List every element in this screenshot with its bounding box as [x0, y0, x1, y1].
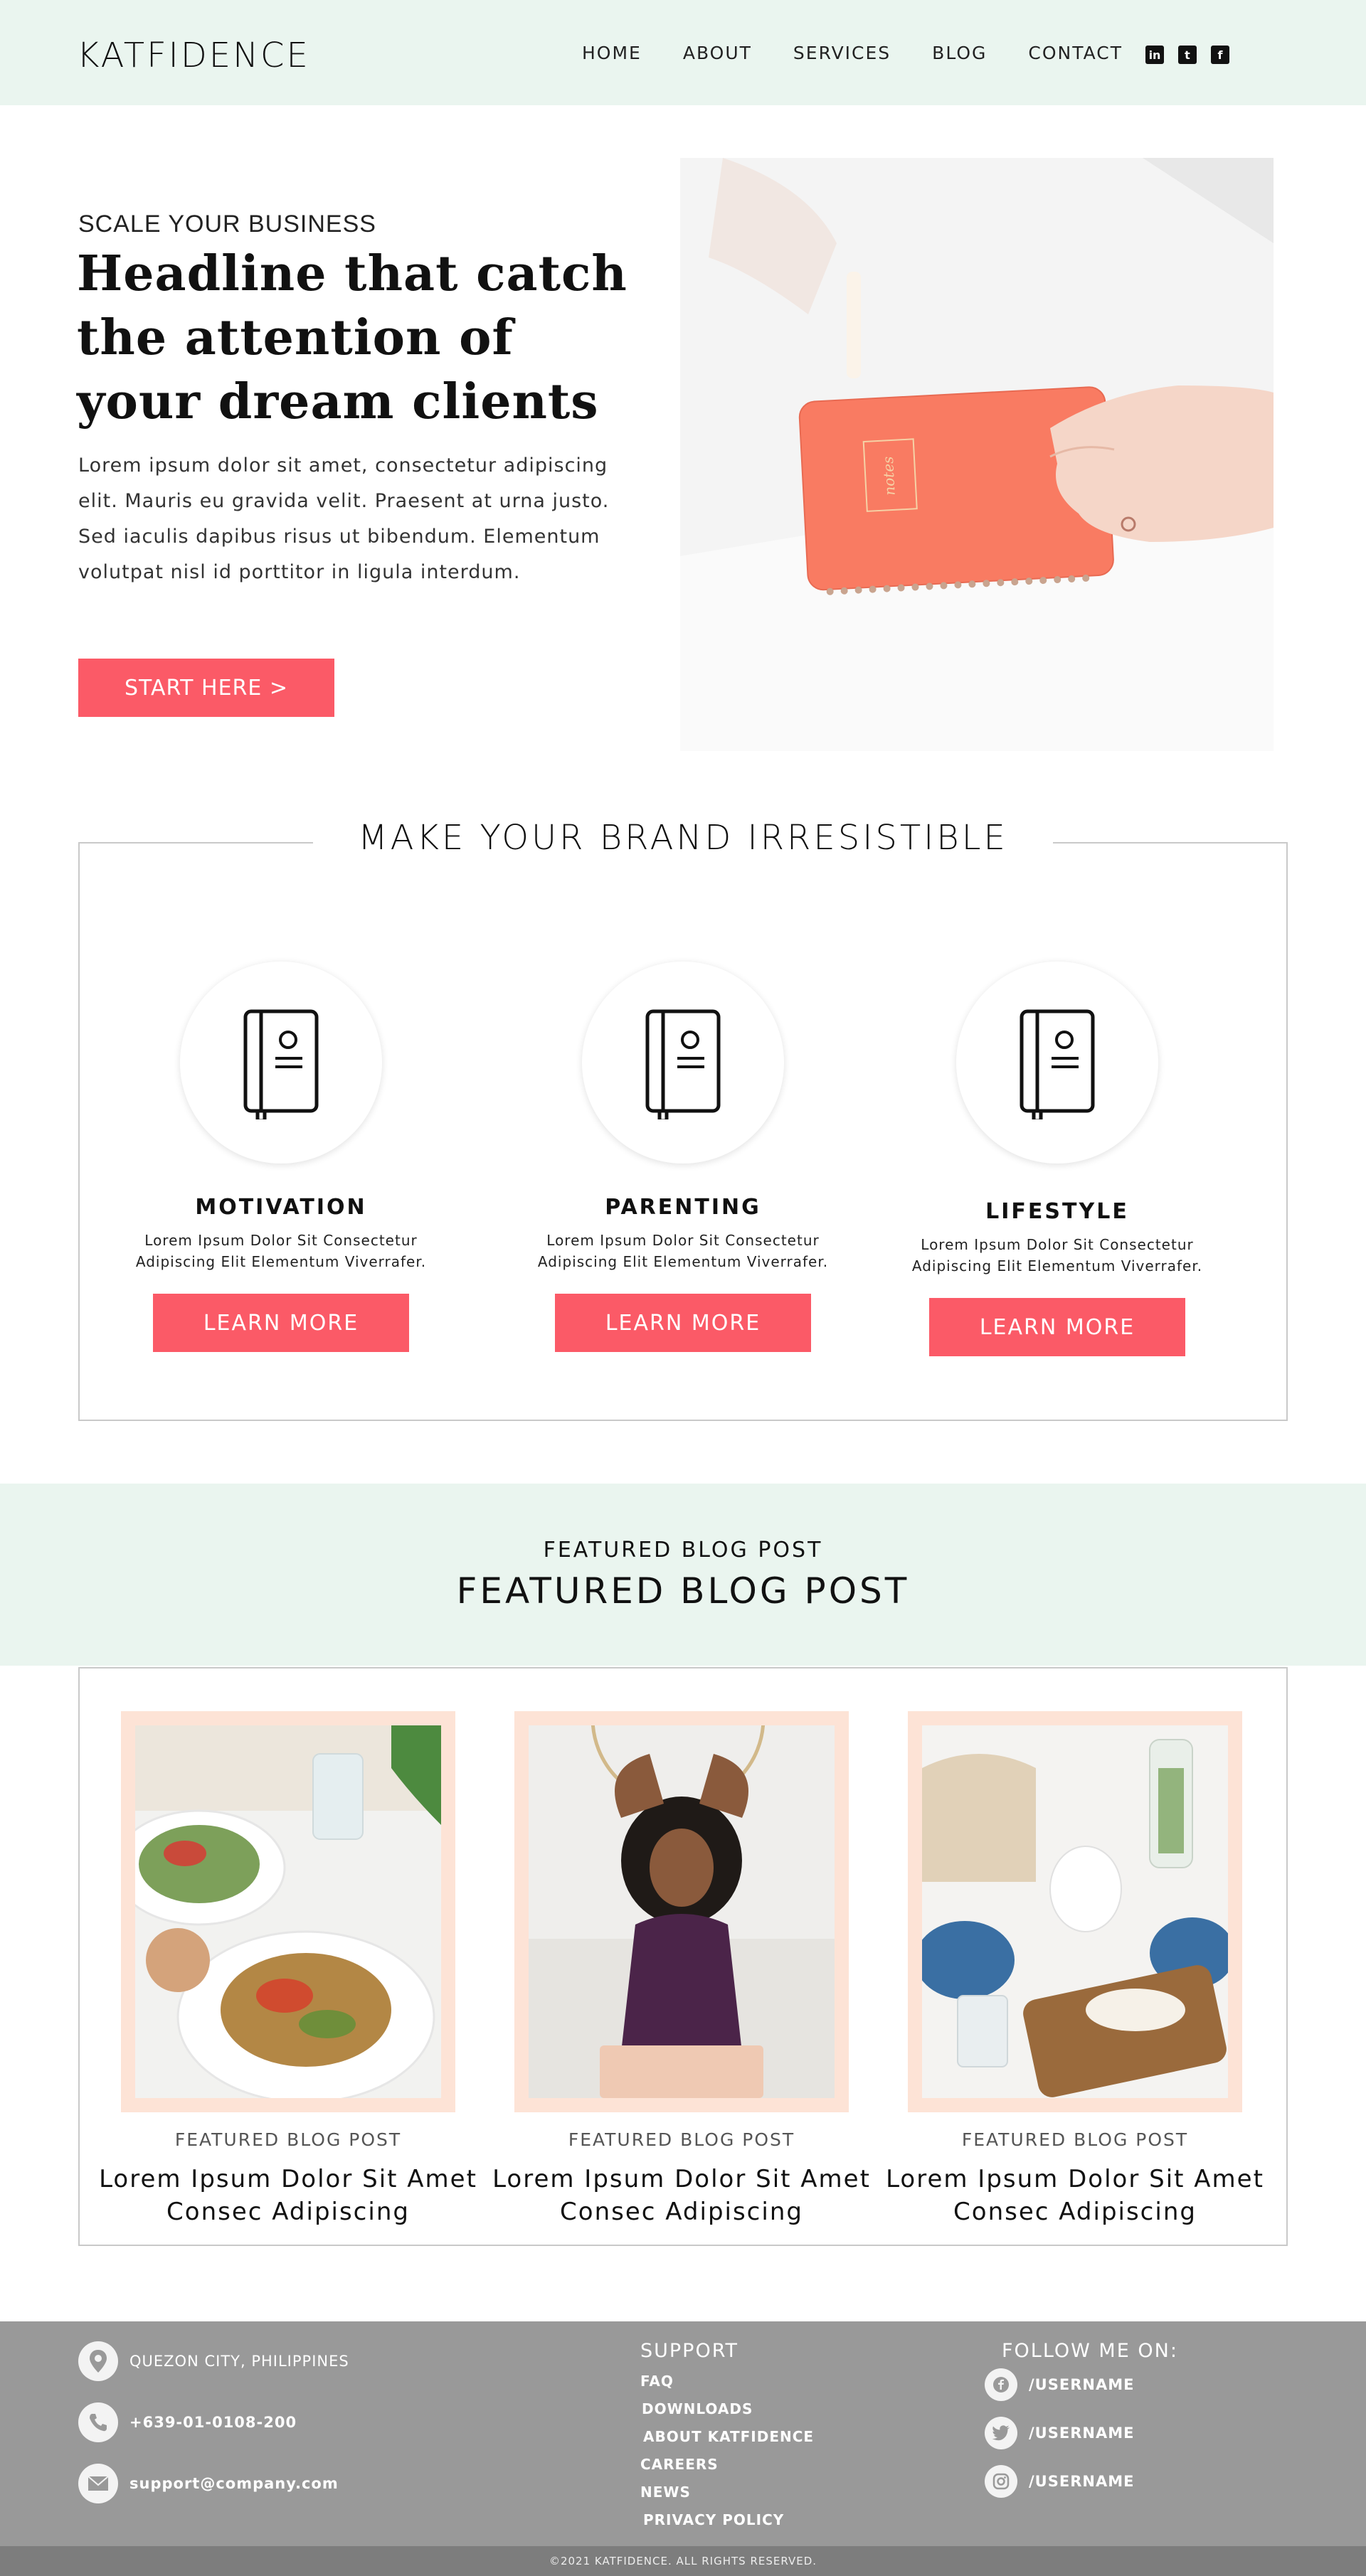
food-photo — [135, 1725, 441, 2098]
footer-support-heading: SUPPORT — [640, 2340, 739, 2362]
footer-contact-email: support@company.com — [78, 2464, 339, 2503]
featured-eyebrow: FEATURED BLOG POST — [543, 1538, 823, 1563]
post-image-frame — [908, 1711, 1242, 2112]
nav-blog[interactable]: BLOG — [932, 43, 987, 63]
feature-circle — [582, 962, 784, 1164]
notebook-icon — [243, 1009, 319, 1119]
post-category: FEATURED BLOG POST — [174, 2129, 402, 2150]
feature-title: PARENTING — [605, 1195, 761, 1220]
footer-phone[interactable]: +639-01-0108-200 — [129, 2414, 297, 2431]
footer-follow-facebook[interactable]: /USERNAME — [985, 2368, 1134, 2401]
main-nav: HOME ABOUT SERVICES BLOG CONTACT — [582, 43, 1164, 63]
email-icon — [78, 2464, 118, 2503]
start-here-button[interactable]: START HERE > — [78, 659, 334, 717]
site-logo[interactable]: KATFIDENCE — [77, 36, 310, 75]
feature-card-lifestyle: LIFESTYLE Lorem Ipsum Dolor Sit Consecte… — [901, 962, 1214, 1356]
learn-more-button[interactable]: LEARN MORE — [555, 1294, 811, 1352]
feature-description: Lorem Ipsum Dolor Sit Consectetur Adipis… — [911, 1236, 1203, 1274]
twitter-username[interactable]: /USERNAME — [1029, 2425, 1134, 2442]
twitter-icon[interactable] — [985, 2417, 1017, 2449]
post-title[interactable]: Lorem Ipsum Dolor Sit Amet Consec Adipis… — [883, 2163, 1267, 2228]
footer-link-careers[interactable]: CAREERS — [640, 2456, 719, 2473]
feature-description: Lorem Ipsum Dolor Sit Consectetur Adipis… — [537, 1232, 829, 1270]
hero-body: Lorem ipsum dolor sit amet, consectetur … — [78, 454, 610, 583]
hero-image: notes — [680, 158, 1274, 751]
footer-contact-location: QUEZON CITY, PHILIPPINES — [78, 2341, 349, 2381]
hero-headline: Headline that catch the attention of you… — [77, 245, 628, 430]
feature-card-motivation: MOTIVATION Lorem Ipsum Dolor Sit Consect… — [125, 962, 438, 1352]
learn-more-button[interactable]: LEARN MORE — [153, 1294, 409, 1352]
feature-card-parenting: PARENTING Lorem Ipsum Dolor Sit Consecte… — [526, 962, 840, 1352]
hero-eyebrow: SCALE YOUR BUSINESS — [78, 211, 376, 238]
nav-services[interactable]: SERVICES — [793, 43, 891, 63]
nav-contact[interactable]: CONTACT — [1028, 43, 1123, 63]
tumblr-icon[interactable]: t — [1178, 46, 1197, 64]
learn-more-button[interactable]: LEARN MORE — [929, 1298, 1185, 1356]
feature-circle — [180, 962, 382, 1164]
nav-home[interactable]: HOME — [582, 43, 642, 63]
feature-title: MOTIVATION — [195, 1195, 367, 1220]
footer-link-privacy[interactable]: PRIVACY POLICY — [643, 2511, 784, 2528]
post-image-food[interactable] — [135, 1725, 441, 2098]
notebook-label: notes — [879, 456, 899, 496]
post-image-frame — [121, 1711, 455, 2112]
facebook-icon[interactable] — [985, 2368, 1017, 2401]
footer-link-news[interactable]: NEWS — [640, 2484, 691, 2501]
footer-link-downloads[interactable]: DOWNLOADS — [642, 2400, 753, 2417]
footer-contact-phone: +639-01-0108-200 — [78, 2402, 297, 2442]
footer-follow-twitter[interactable]: /USERNAME — [985, 2417, 1134, 2449]
footer-link-about[interactable]: ABOUT KATFIDENCE — [643, 2428, 814, 2445]
instagram-icon[interactable] — [985, 2465, 1017, 2498]
blog-post-card[interactable]: FEATURED BLOG POST Lorem Ipsum Dolor Sit… — [883, 1711, 1267, 2228]
facebook-icon[interactable]: f — [1211, 46, 1229, 64]
notebook-icon — [645, 1009, 721, 1119]
post-title[interactable]: Lorem Ipsum Dolor Sit Amet Consec Adipis… — [96, 2163, 480, 2228]
post-image-woman[interactable] — [529, 1725, 835, 2098]
footer-link-faq[interactable]: FAQ — [640, 2373, 674, 2390]
phone-icon — [78, 2402, 118, 2442]
copyright-bar: ©2021 KATFIDENCE. ALL RIGHTS RESERVED. — [0, 2546, 1366, 2576]
facebook-username[interactable]: /USERNAME — [1029, 2376, 1134, 2393]
feature-description: Lorem Ipsum Dolor Sit Consectetur Adipis… — [135, 1232, 427, 1270]
post-title[interactable]: Lorem Ipsum Dolor Sit Amet Consec Adipis… — [489, 2163, 874, 2228]
hero-notebook-illustration: notes — [680, 158, 1274, 751]
instagram-username[interactable]: /USERNAME — [1029, 2473, 1134, 2490]
post-category: FEATURED BLOG POST — [568, 2129, 795, 2150]
footer-follow-heading: FOLLOW ME ON: — [1002, 2340, 1178, 2362]
site-footer: QUEZON CITY, PHILIPPINES +639-01-0108-20… — [0, 2321, 1366, 2546]
header-social: in t f — [1145, 46, 1229, 64]
blog-post-card[interactable]: FEATURED BLOG POST Lorem Ipsum Dolor Sit… — [96, 1711, 480, 2228]
feature-title: LIFESTYLE — [985, 1199, 1129, 1224]
blog-post-card[interactable]: FEATURED BLOG POST Lorem Ipsum Dolor Sit… — [489, 1711, 874, 2228]
footer-email[interactable]: support@company.com — [129, 2475, 339, 2492]
linkedin-icon[interactable]: in — [1145, 46, 1164, 64]
post-image-frame — [514, 1711, 849, 2112]
notebook-icon — [1020, 1009, 1095, 1119]
footer-follow-instagram[interactable]: /USERNAME — [985, 2465, 1134, 2498]
woman-photo — [529, 1725, 835, 2098]
brand-section-title: MAKE YOUR BRAND IRRESISTIBLE — [313, 818, 1053, 858]
location-pin-icon — [78, 2341, 118, 2381]
featured-heading: FEATURED BLOG POST — [456, 1570, 910, 1612]
post-image-table[interactable] — [922, 1725, 1228, 2098]
site-header: KATFIDENCE HOME ABOUT SERVICES BLOG CONT… — [0, 0, 1366, 105]
footer-address: QUEZON CITY, PHILIPPINES — [129, 2353, 349, 2370]
table-photo — [922, 1725, 1228, 2098]
nav-about[interactable]: ABOUT — [683, 43, 752, 63]
feature-circle — [956, 962, 1158, 1164]
post-category: FEATURED BLOG POST — [961, 2129, 1189, 2150]
